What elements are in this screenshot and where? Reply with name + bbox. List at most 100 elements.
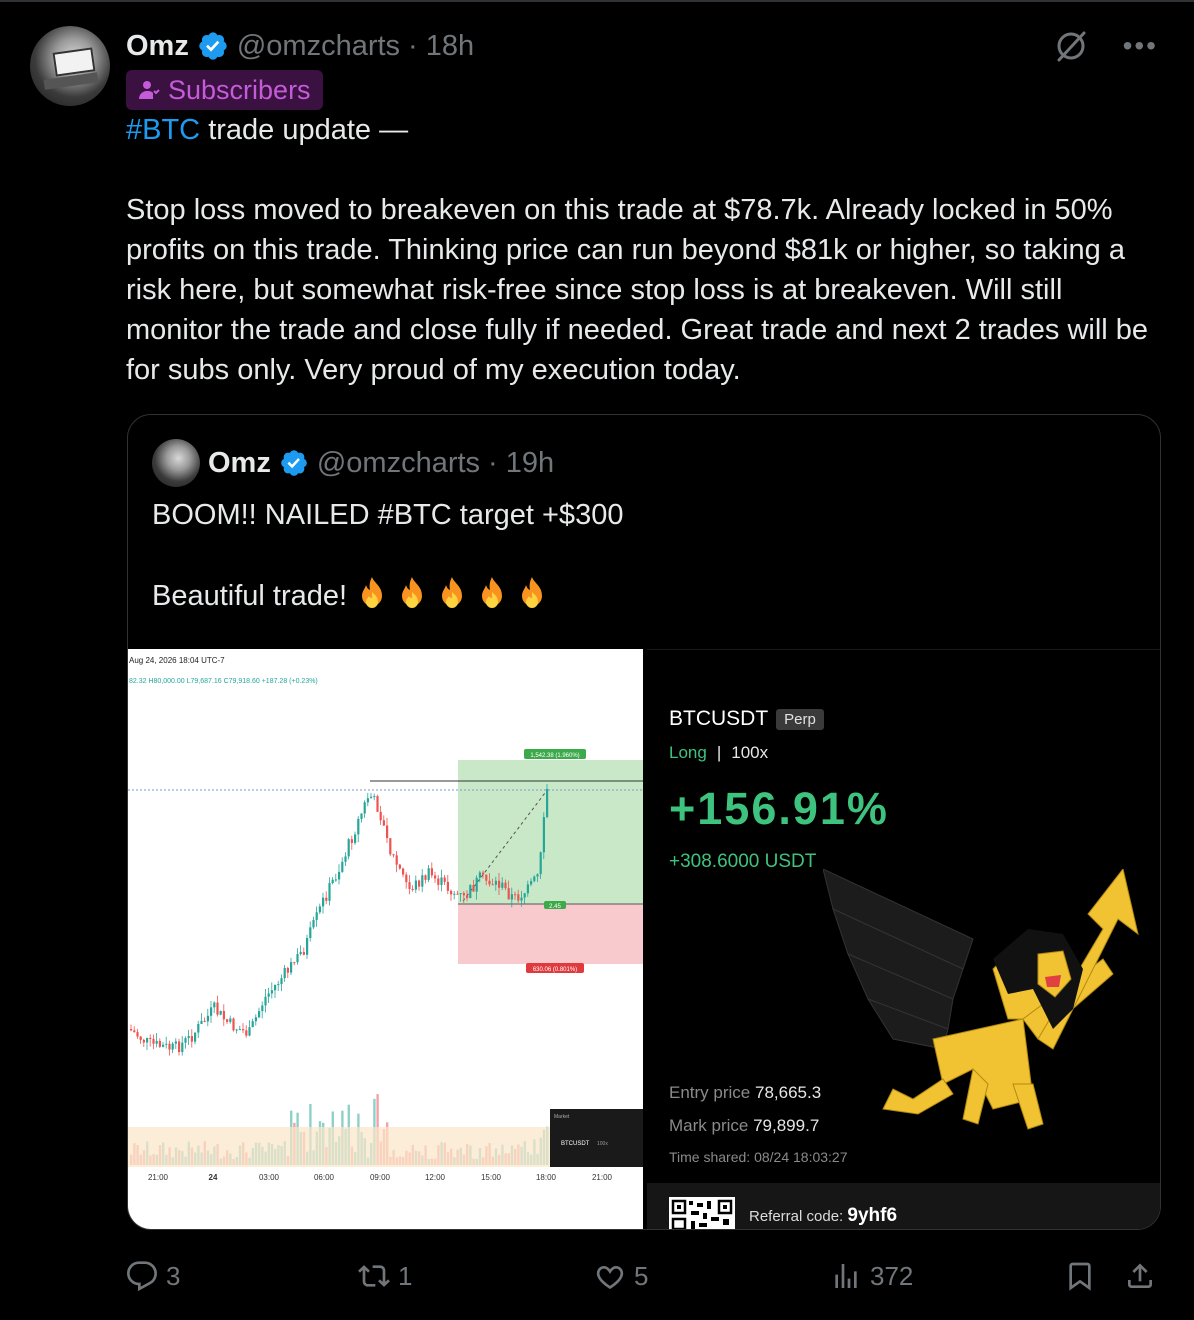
entry-price: Entry price 78,665.3	[669, 1083, 821, 1103]
x-axis-ticks: 21:00 24 03:00 06:00 09:00 12:00 15:00 18:00 21:…	[148, 1173, 613, 1182]
candle-body	[418, 880, 421, 887]
time-shared: Time shared: 08/24 18:03:27	[669, 1149, 848, 1165]
candle-body	[542, 817, 545, 853]
more-options-icon[interactable]: •••	[1123, 32, 1158, 60]
candle-body	[446, 881, 449, 891]
candle-body	[536, 874, 539, 877]
candle-body	[245, 1030, 248, 1036]
candle-body	[238, 1029, 241, 1031]
verified-badge-icon	[199, 32, 227, 60]
author-avatar[interactable]	[30, 26, 110, 106]
pnl-share-card: BTCUSDT Perp Long | 100x +156.91% +308.6…	[643, 649, 1160, 1229]
candle-body	[347, 839, 350, 857]
candle-body	[376, 796, 379, 812]
candle-body	[462, 893, 465, 896]
btc-hashtag[interactable]: #BTC	[126, 114, 200, 146]
candle-body	[274, 984, 277, 991]
author-name[interactable]: Omz	[126, 30, 189, 63]
candle-body	[200, 1020, 203, 1024]
market-symbol: BTCUSDT	[561, 1141, 590, 1147]
candle-body	[242, 1029, 245, 1031]
candle-body	[382, 820, 385, 826]
candle-body	[533, 876, 536, 882]
candle-body	[162, 1044, 165, 1047]
candle-body	[213, 1002, 216, 1008]
x-tick-label: 03:00	[259, 1173, 280, 1182]
quoted-author-handle[interactable]: @omzcharts	[317, 447, 480, 480]
target-label: 1,542.38 (1.960%)	[530, 753, 579, 759]
stop-label: 630.06 (0.801%)	[533, 967, 577, 973]
candle-body	[277, 984, 280, 986]
x-tick-label: 21:00	[148, 1173, 169, 1182]
side-divider: |	[716, 743, 722, 762]
candle-body	[194, 1032, 197, 1042]
leverage-label: 100x	[731, 743, 769, 762]
repost-button[interactable]: 1	[358, 1254, 412, 1298]
quoted-author-avatar[interactable]	[152, 439, 200, 487]
candle-body	[459, 893, 462, 895]
entry-price-value: 78,665.3	[754, 1083, 822, 1102]
candle-body	[350, 839, 353, 843]
chart-ohlc-label: 82.32 H80,000.00 L79,687.16 C79,918.60 +…	[129, 678, 318, 685]
candle-body	[450, 890, 453, 895]
subscribers-badge: Subscribers	[126, 70, 323, 110]
candle-body	[405, 874, 408, 883]
fire-icon	[442, 577, 463, 608]
candle-body	[254, 1017, 257, 1022]
long-label: Long	[669, 743, 707, 762]
mark-price-label: Mark price	[669, 1116, 749, 1135]
candle-body	[315, 912, 318, 920]
candle-body	[507, 888, 510, 900]
views-count: 372	[870, 1260, 914, 1291]
candle-body	[411, 888, 414, 890]
heart-icon	[596, 1266, 624, 1290]
candle-body	[466, 895, 469, 899]
post-time[interactable]: 18h	[426, 30, 474, 63]
candle-body	[174, 1041, 177, 1044]
views-button[interactable]: 372	[830, 1254, 913, 1298]
candle-body	[491, 884, 494, 886]
candle-body	[293, 962, 296, 964]
candle-body	[443, 877, 446, 882]
profit-zone	[458, 760, 643, 904]
candle-body	[264, 996, 267, 1006]
quoted-author-name[interactable]: Omz	[208, 447, 271, 480]
bookmark-button[interactable]	[1064, 1254, 1096, 1298]
candle-body	[299, 952, 302, 955]
x-tick-label: 15:00	[481, 1173, 502, 1182]
candle-body	[341, 861, 344, 872]
entry-badge-label: 2.45	[549, 904, 561, 910]
quoted-tweet[interactable]: Omz @omzcharts · 19h BOOM!! NAILED #BTC …	[127, 414, 1161, 1230]
candle-body	[181, 1042, 184, 1053]
x-tick-label: 18:00	[536, 1173, 557, 1182]
candle-body	[165, 1043, 168, 1045]
candle-body	[168, 1043, 171, 1050]
trading-chart-screenshot[interactable]: 1,542.38 (1.960%) 2.45 630.06 (0.801%) A…	[128, 649, 643, 1229]
candle-body	[171, 1043, 174, 1050]
candle-body	[434, 875, 437, 879]
grok-icon[interactable]	[1053, 28, 1089, 64]
author-handle[interactable]: @omzcharts	[237, 30, 400, 63]
entry-price-label: Entry price	[669, 1083, 751, 1102]
candle-body	[261, 1005, 264, 1012]
market-leverage: 100x	[597, 1141, 608, 1147]
candle-body	[501, 882, 504, 888]
quoted-line1: BOOM!! NAILED #BTC target +$300	[152, 499, 624, 531]
x-tick-label: 21:00	[592, 1173, 613, 1182]
reply-button[interactable]: 3	[126, 1254, 180, 1298]
candle-body	[424, 875, 427, 880]
referral-bar: Referral code: 9yhf6	[647, 1183, 1160, 1229]
share-button[interactable]	[1124, 1254, 1156, 1298]
candle-body	[232, 1018, 235, 1031]
candle-body	[216, 1002, 219, 1015]
candle-body	[267, 993, 270, 997]
fire-icon	[402, 577, 423, 608]
candle-body	[456, 893, 459, 895]
quoted-post-time[interactable]: 19h	[506, 447, 554, 480]
candle-body	[219, 1010, 222, 1015]
candle-body	[488, 880, 491, 885]
like-button[interactable]: 5	[594, 1254, 648, 1298]
candle-body	[510, 894, 513, 900]
mark-price-value: 79,899.7	[753, 1116, 820, 1135]
mark-price: Mark price 79,899.7	[669, 1116, 819, 1136]
